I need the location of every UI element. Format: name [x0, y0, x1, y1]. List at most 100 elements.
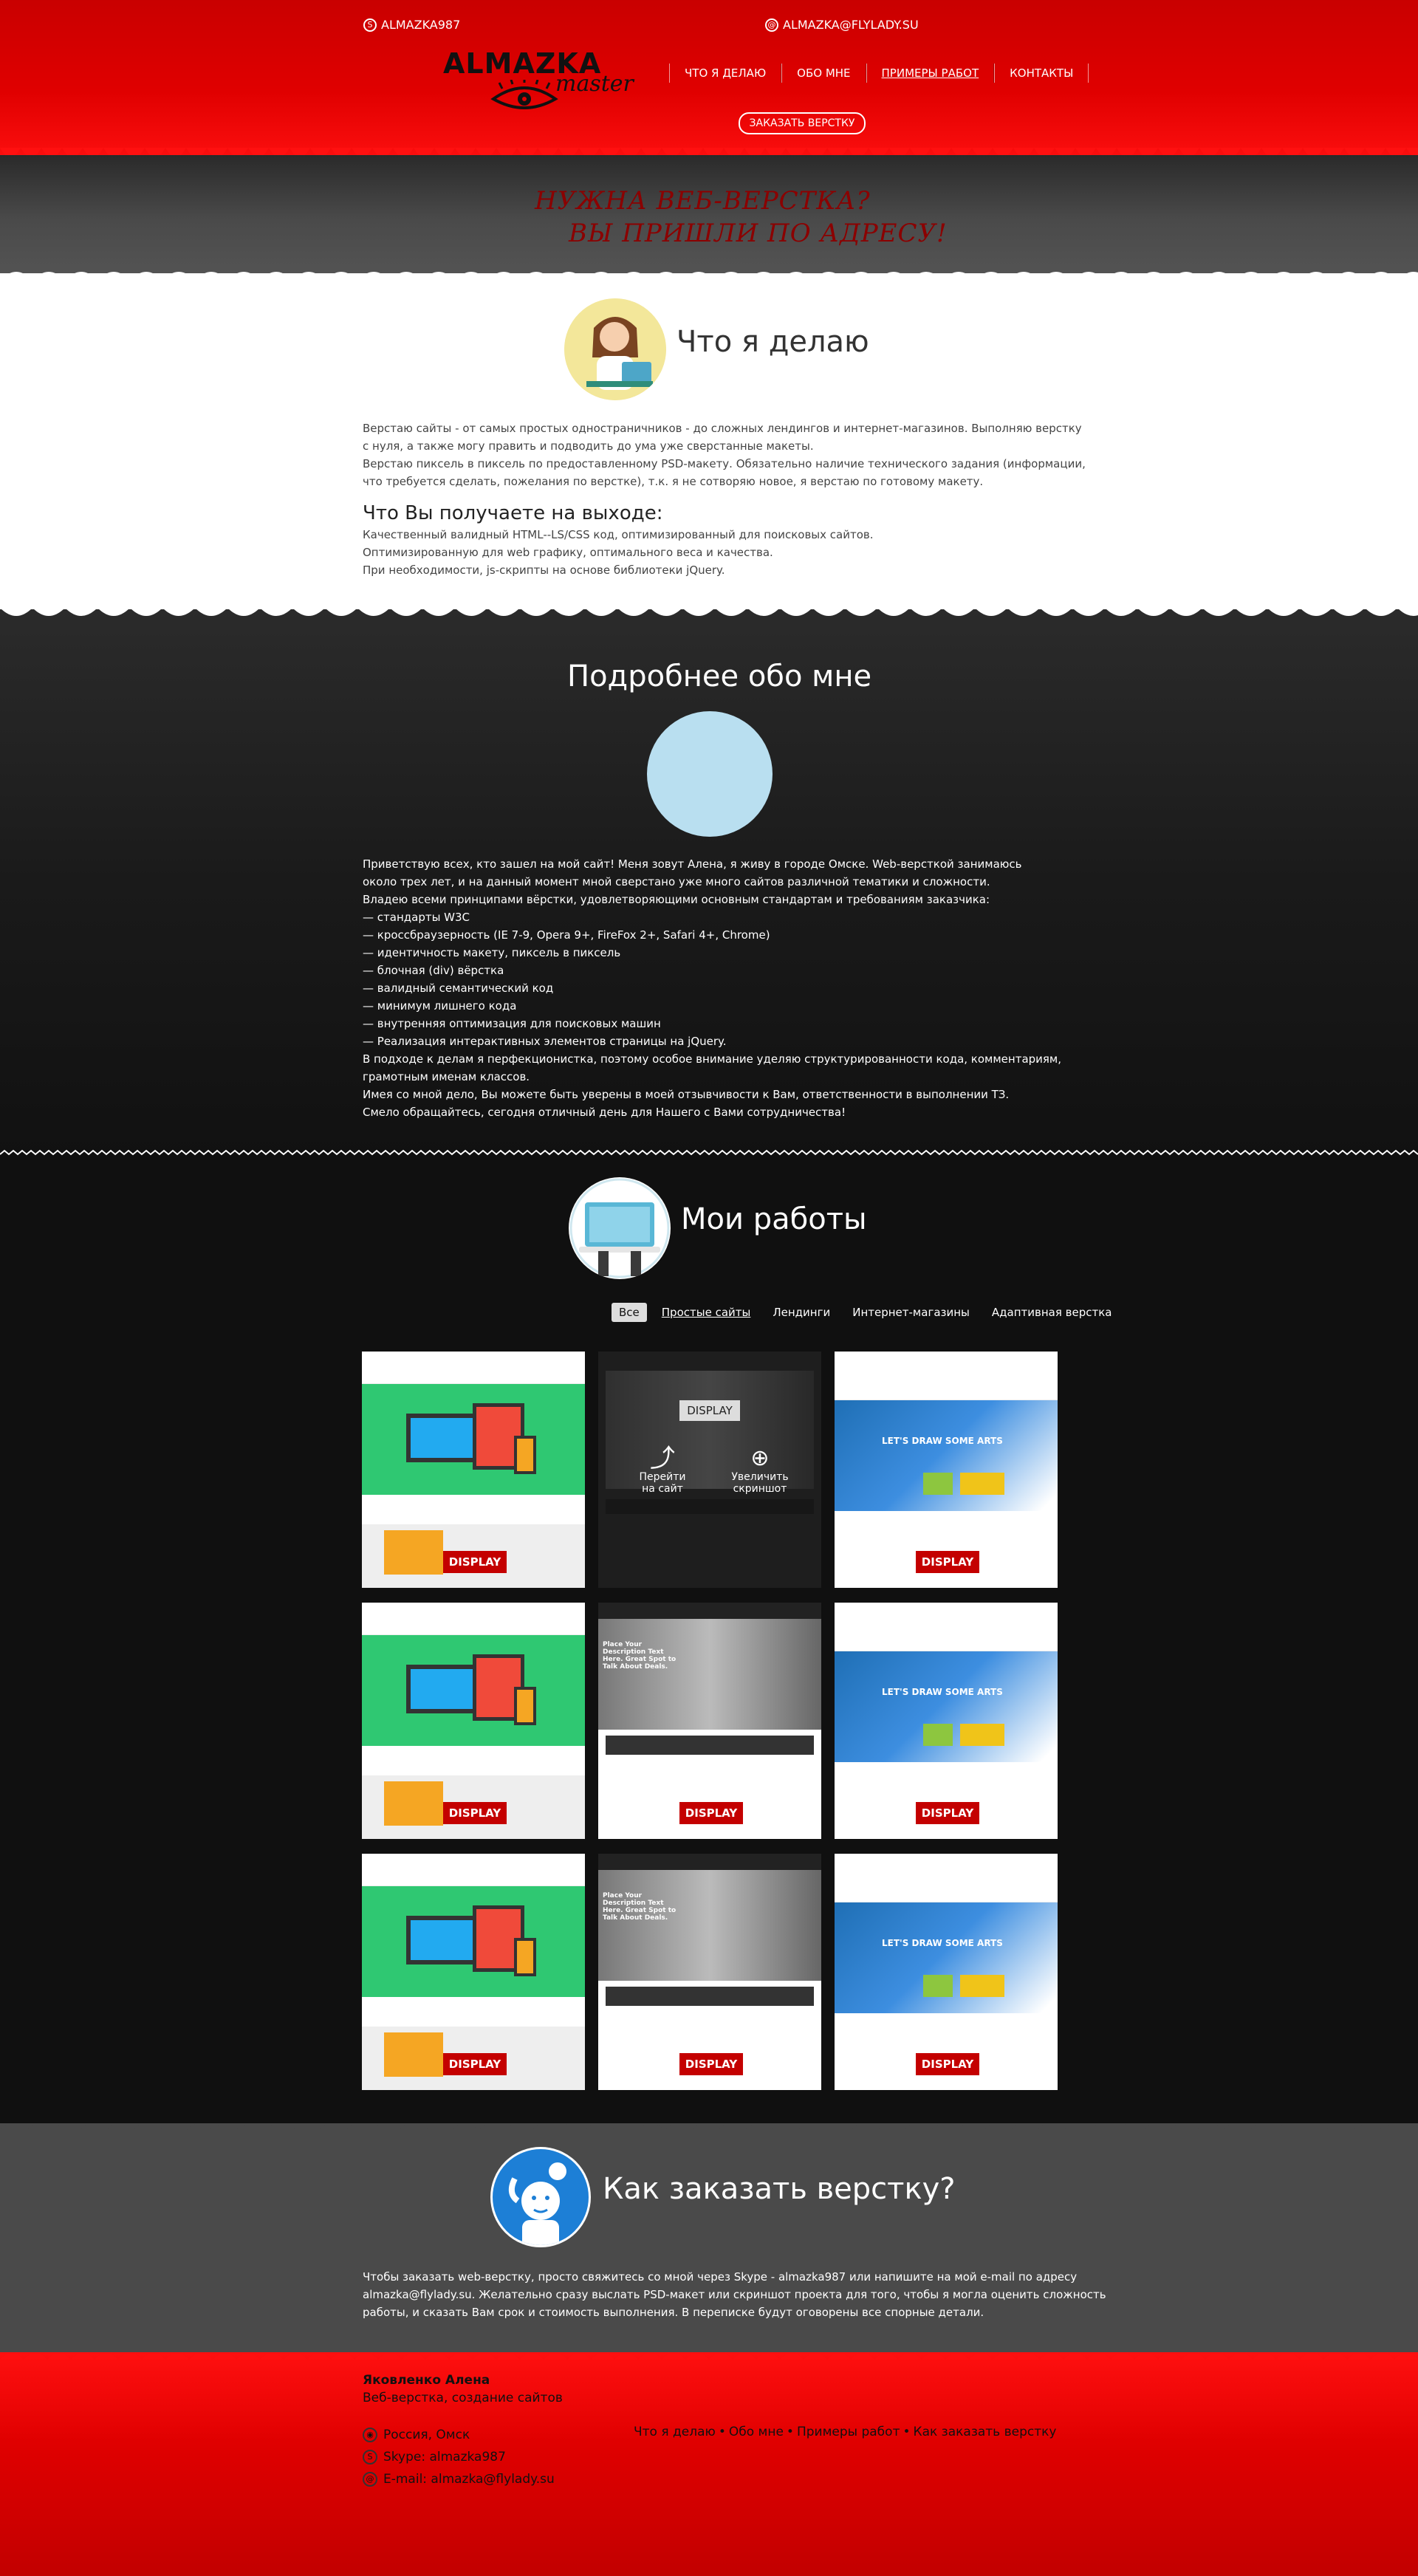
- thumb-hero-green: [362, 1635, 585, 1746]
- thumb-hero-text: Place Your Description Text Here. Great …: [603, 1641, 677, 1671]
- order-button[interactable]: ЗАКАЗАТЬ ВЕРСТКУ: [739, 112, 866, 134]
- display-button[interactable]: DISPLAY: [443, 1551, 507, 1573]
- nav-about[interactable]: ОБО МНЕ: [781, 64, 866, 83]
- work-thumb[interactable]: Place Your Description Text Here. Great …: [598, 1603, 821, 1839]
- thumb-banner: LET'S DRAW SOME ARTS: [835, 1651, 1058, 1762]
- filter-landings[interactable]: Лендинги: [765, 1303, 838, 1322]
- works-title: Мои работы: [681, 1202, 867, 1236]
- work-thumb[interactable]: DISPLAY: [362, 1603, 585, 1839]
- work-thumb[interactable]: Place Your Description Text Here. Great …: [598, 1854, 821, 2090]
- display-button[interactable]: DISPLAY: [916, 2053, 979, 2075]
- mail-icon: @: [765, 18, 778, 32]
- work-thumb-hovered[interactable]: DISPLAY ⤴ Перейти на сайт ⊕ Увеличить ск…: [598, 1352, 821, 1588]
- about-line: В подходе к делам я перфекционистка, поэ…: [363, 1052, 1062, 1066]
- about-line: — стандарты W3C: [363, 911, 470, 924]
- thumb-hero-text: Place Your Description Text Here. Great …: [603, 1892, 677, 1922]
- footer-email[interactable]: @ E-mail: almazka@flylady.su: [363, 2472, 555, 2487]
- video-block: [384, 1781, 443, 1826]
- girl-at-computer-icon: [564, 298, 666, 400]
- main-nav: ЧТО Я ДЕЛАЮ ОБО МНЕ ПРИМЕРЫ РАБОТ КОНТАК…: [669, 64, 1089, 83]
- what-title: Что я делаю: [677, 325, 869, 359]
- about-line: около трех лет, и на данный момент мной …: [363, 875, 990, 888]
- footer-skype[interactable]: S Skype: almazka987: [363, 2450, 506, 2464]
- banner-tile: [923, 1473, 953, 1495]
- thumb-topbar: [598, 1603, 821, 1619]
- work-thumb[interactable]: DISPLAY: [362, 1854, 585, 2090]
- display-button[interactable]: DISPLAY: [916, 1802, 979, 1824]
- display-button[interactable]: DISPLAY: [679, 2053, 743, 2075]
- filter-all[interactable]: Все: [612, 1303, 647, 1322]
- works-grid: DISPLAY DISPLAY ⤴ Перейти на сайт ⊕ Увел…: [362, 1352, 1058, 2090]
- about-text: Приветствую всех, кто зашел на мой сайт!…: [363, 855, 1061, 1121]
- what-item: Оптимизированную для web графику, оптима…: [363, 546, 773, 559]
- skype-contact[interactable]: S ALMAZKA987: [363, 18, 460, 32]
- what-top-scallop: [0, 272, 1418, 281]
- nav-what[interactable]: ЧТО Я ДЕЛАЮ: [669, 64, 782, 83]
- person-thinking-icon: [508, 2162, 566, 2245]
- about-line: — блочная (div) вёрстка: [363, 964, 504, 977]
- banner-tile: [923, 1724, 953, 1746]
- work-thumb[interactable]: LET'S DRAW SOME ARTS DISPLAY: [835, 1854, 1058, 2090]
- display-button[interactable]: DISPLAY: [443, 1802, 507, 1824]
- about-line: Имея со мной дело, Вы можете быть уверен…: [363, 1088, 1010, 1101]
- footer-nav: Что я делаю • Обо мне • Примеры работ • Как…: [634, 2425, 1056, 2439]
- order-title: Как заказать верстку?: [603, 2172, 956, 2206]
- nav-works[interactable]: ПРИМЕРЫ РАБОТ: [866, 64, 995, 83]
- display-button[interactable]: DISPLAY: [679, 1400, 740, 1421]
- hero-line-2: ВЫ ПРИШЛИ ПО АДРЕСУ!: [569, 219, 948, 248]
- header: S ALMAZKA987 @ ALMAZKA@FLYLADY.SU ALMAZK…: [0, 0, 1418, 166]
- section-about: Подробнее обо мне Приветствую всех, кто …: [0, 608, 1418, 1156]
- thumb-photo: Place Your Description Text Here. Great …: [598, 1870, 821, 1981]
- laptop-screen: [406, 1665, 480, 1713]
- work-thumb[interactable]: DISPLAY: [362, 1352, 585, 1588]
- thumb-topbar: [835, 1603, 1058, 1651]
- thumb-topbar: [835, 1352, 1058, 1400]
- filter-adaptive[interactable]: Адаптивная верстка: [984, 1303, 1120, 1322]
- work-thumb[interactable]: LET'S DRAW SOME ARTS DISPLAY: [835, 1352, 1058, 1588]
- what-subtitle: Что Вы получаете на выходе:: [363, 502, 663, 524]
- phone-screen: [514, 1938, 536, 1976]
- author-photo: [647, 711, 773, 837]
- order-line: Чтобы заказать web-верстку, просто свяжи…: [363, 2270, 1078, 2284]
- about-line: Владею всеми принципами вёрстки, удовлет…: [363, 893, 990, 906]
- section-what: Что я делаю Верстаю сайты - от самых про…: [0, 272, 1418, 617]
- display-button[interactable]: DISPLAY: [916, 1551, 979, 1573]
- nav-contacts[interactable]: КОНТАКТЫ: [994, 64, 1089, 83]
- email-contact[interactable]: @ ALMAZKA@FLYLADY.SU: [765, 18, 919, 32]
- about-top-scallop: [0, 608, 1418, 616]
- thumb-topbar: [362, 1854, 585, 1886]
- girl-avatar: [564, 298, 666, 400]
- thumb-strip: [606, 1736, 814, 1755]
- display-button[interactable]: DISPLAY: [443, 2053, 507, 2075]
- thumb-banner: LET'S DRAW SOME ARTS: [835, 1902, 1058, 2013]
- works-filters: Все Простые сайты Лендинги Интернет-мага…: [612, 1303, 1119, 1322]
- banner-tile: [923, 1975, 953, 1997]
- banner-text: LET'S DRAW SOME ARTS: [882, 1938, 1003, 1948]
- what-line: с нуля, а также могу править и подводить…: [363, 439, 814, 453]
- phone-screen: [514, 1436, 536, 1474]
- hero-line-1: НУЖНА ВЕБ-ВЕРСТКА?: [535, 186, 871, 216]
- footer: Яковленко Алена Веб-верстка, создание са…: [0, 2352, 1418, 2576]
- logo[interactable]: ALMAZKA master: [443, 47, 634, 121]
- what-list: Качественный валидный HTML--LS/CSS код, …: [363, 526, 874, 579]
- goto-site-link[interactable]: ⤴ Перейти на сайт: [637, 1446, 688, 1495]
- display-button[interactable]: DISPLAY: [679, 1802, 743, 1824]
- footer-link-order[interactable]: Как заказать верстку: [914, 2425, 1057, 2439]
- footer-link-what[interactable]: Что я делаю: [634, 2425, 716, 2439]
- mail-icon: @: [363, 2472, 377, 2487]
- order-avatar: [490, 2147, 591, 2247]
- filter-shops[interactable]: Интернет-магазины: [845, 1303, 977, 1322]
- what-item: При необходимости, js-скрипты на основе …: [363, 564, 725, 577]
- logo-script: master: [555, 71, 634, 97]
- skype-icon: S: [363, 18, 377, 32]
- thumb-topbar: [362, 1352, 585, 1384]
- footer-link-works[interactable]: Примеры работ: [797, 2425, 900, 2439]
- filter-simple[interactable]: Простые сайты: [654, 1303, 758, 1322]
- thumb-banner: LET'S DRAW SOME ARTS: [835, 1400, 1058, 1511]
- about-line: — минимум лишнего кода: [363, 999, 517, 1013]
- zoom-screenshot-link[interactable]: ⊕ Увеличить скриншот: [727, 1446, 793, 1496]
- about-line: — Реализация интерактивных элементов стр…: [363, 1035, 727, 1048]
- work-thumb[interactable]: LET'S DRAW SOME ARTS DISPLAY: [835, 1603, 1058, 1839]
- email-text: E-mail: almazka@flylady.su: [383, 2472, 555, 2487]
- footer-link-about[interactable]: Обо мне: [729, 2425, 784, 2439]
